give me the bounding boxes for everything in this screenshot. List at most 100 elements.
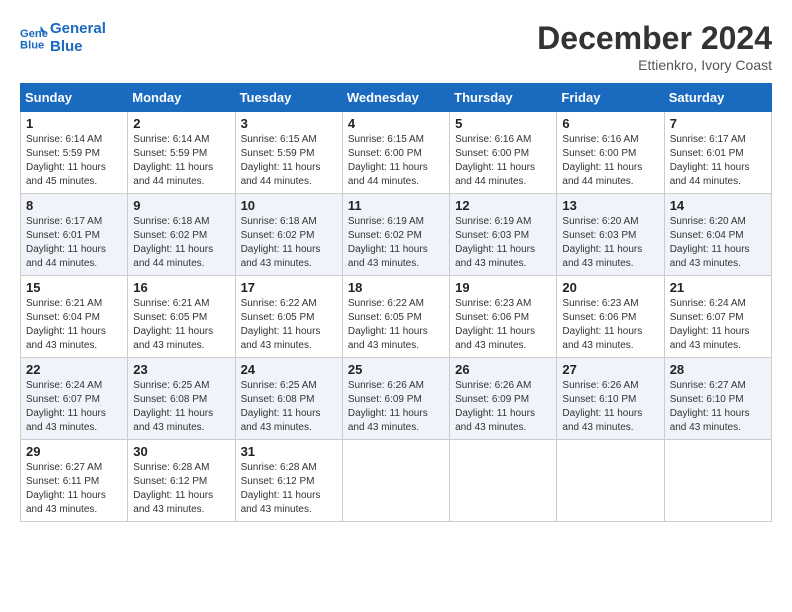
day-detail: Sunrise: 6:27 AMSunset: 6:11 PMDaylight:… [26,461,122,517]
day-detail: Sunrise: 6:20 AMSunset: 6:03 PMDaylight:… [562,215,658,271]
calendar-body: 1 Sunrise: 6:14 AMSunset: 5:59 PMDaylight… [21,112,772,522]
calendar-cell: 22Sunrise: 6:24 AMSunset: 6:07 PMDayligh… [21,358,128,440]
calendar-week-row: 29 Sunrise: 6:27 AMSunset: 6:11 PMDayligh… [21,440,772,522]
day-detail: Sunrise: 6:24 AMSunset: 6:07 PMDaylight:… [670,297,766,353]
day-number: 13 [562,198,658,213]
day-number: 21 [670,280,766,295]
day-number: 17 [241,280,337,295]
calendar-cell: 10Sunrise: 6:18 AMSunset: 6:02 PMDayligh… [235,194,342,276]
calendar-cell: 7 Sunrise: 6:17 AMSunset: 6:01 PMDaylight… [664,112,771,194]
weekday-header-thursday: Thursday [450,84,557,112]
day-detail: Sunrise: 6:19 AMSunset: 6:03 PMDaylight:… [455,215,551,271]
day-detail: Sunrise: 6:14 AMSunset: 5:59 PMDaylight:… [26,133,122,189]
calendar-week-row: 1 Sunrise: 6:14 AMSunset: 5:59 PMDaylight… [21,112,772,194]
day-detail: Sunrise: 6:22 AMSunset: 6:05 PMDaylight:… [348,297,444,353]
calendar-week-row: 15 Sunrise: 6:21 AMSunset: 6:04 PMDayligh… [21,276,772,358]
day-number: 24 [241,362,337,377]
day-number: 15 [26,280,122,295]
calendar-cell: 24Sunrise: 6:25 AMSunset: 6:08 PMDayligh… [235,358,342,440]
svg-text:General: General [20,28,48,40]
day-detail: Sunrise: 6:16 AMSunset: 6:00 PMDaylight:… [455,133,551,189]
calendar-cell: 16Sunrise: 6:21 AMSunset: 6:05 PMDayligh… [128,276,235,358]
weekday-header-wednesday: Wednesday [342,84,449,112]
calendar-cell: 1 Sunrise: 6:14 AMSunset: 5:59 PMDaylight… [21,112,128,194]
calendar-cell: 25 Sunrise: 6:26 AMSunset: 6:09 PMDayligh… [342,358,449,440]
day-number: 7 [670,116,766,131]
calendar-cell: 15 Sunrise: 6:21 AMSunset: 6:04 PMDayligh… [21,276,128,358]
day-number: 12 [455,198,551,213]
day-number: 20 [562,280,658,295]
day-detail: Sunrise: 6:26 AMSunset: 6:10 PMDaylight:… [562,379,658,435]
day-number: 23 [133,362,229,377]
calendar-week-row: 22Sunrise: 6:24 AMSunset: 6:07 PMDayligh… [21,358,772,440]
calendar-cell [664,440,771,522]
weekday-header-tuesday: Tuesday [235,84,342,112]
calendar-cell: 28 Sunrise: 6:27 AMSunset: 6:10 PMDayligh… [664,358,771,440]
calendar-cell: 21 Sunrise: 6:24 AMSunset: 6:07 PMDayligh… [664,276,771,358]
day-detail: Sunrise: 6:26 AMSunset: 6:09 PMDaylight:… [348,379,444,435]
day-number: 11 [348,198,444,213]
day-detail: Sunrise: 6:14 AMSunset: 5:59 PMDaylight:… [133,133,229,189]
weekday-header-monday: Monday [128,84,235,112]
day-detail: Sunrise: 6:15 AMSunset: 6:00 PMDaylight:… [348,133,444,189]
day-number: 30 [133,444,229,459]
calendar-cell: 29 Sunrise: 6:27 AMSunset: 6:11 PMDayligh… [21,440,128,522]
calendar-cell: 3 Sunrise: 6:15 AMSunset: 5:59 PMDaylight… [235,112,342,194]
day-detail: Sunrise: 6:24 AMSunset: 6:07 PMDaylight:… [26,379,122,435]
day-detail: Sunrise: 6:26 AMSunset: 6:09 PMDaylight:… [455,379,551,435]
day-number: 18 [348,280,444,295]
calendar-cell: 4Sunrise: 6:15 AMSunset: 6:00 PMDaylight… [342,112,449,194]
calendar-table: SundayMondayTuesdayWednesdayThursdayFrid… [20,83,772,522]
day-detail: Sunrise: 6:20 AMSunset: 6:04 PMDaylight:… [670,215,766,271]
calendar-cell: 17Sunrise: 6:22 AMSunset: 6:05 PMDayligh… [235,276,342,358]
day-number: 9 [133,198,229,213]
calendar-cell: 31Sunrise: 6:28 AMSunset: 6:12 PMDayligh… [235,440,342,522]
day-detail: Sunrise: 6:23 AMSunset: 6:06 PMDaylight:… [562,297,658,353]
day-number: 1 [26,116,122,131]
weekday-header-friday: Friday [557,84,664,112]
logo-line2: Blue [50,38,106,56]
day-number: 14 [670,198,766,213]
month-title: December 2024 [537,20,772,57]
day-number: 25 [348,362,444,377]
day-number: 26 [455,362,551,377]
day-detail: Sunrise: 6:15 AMSunset: 5:59 PMDaylight:… [241,133,337,189]
calendar-cell: 13 Sunrise: 6:20 AMSunset: 6:03 PMDayligh… [557,194,664,276]
calendar-cell: 27 Sunrise: 6:26 AMSunset: 6:10 PMDayligh… [557,358,664,440]
location-subtitle: Ettienkro, Ivory Coast [537,57,772,73]
weekday-header-saturday: Saturday [664,84,771,112]
calendar-cell: 2Sunrise: 6:14 AMSunset: 5:59 PMDaylight… [128,112,235,194]
calendar-cell: 23Sunrise: 6:25 AMSunset: 6:08 PMDayligh… [128,358,235,440]
calendar-cell: 18 Sunrise: 6:22 AMSunset: 6:05 PMDayligh… [342,276,449,358]
calendar-cell: 14 Sunrise: 6:20 AMSunset: 6:04 PMDayligh… [664,194,771,276]
calendar-cell [450,440,557,522]
day-detail: Sunrise: 6:19 AMSunset: 6:02 PMDaylight:… [348,215,444,271]
day-number: 27 [562,362,658,377]
calendar-week-row: 8Sunrise: 6:17 AMSunset: 6:01 PMDaylight… [21,194,772,276]
logo-icon: General Blue [20,24,48,52]
calendar-cell: 19 Sunrise: 6:23 AMSunset: 6:06 PMDayligh… [450,276,557,358]
day-detail: Sunrise: 6:27 AMSunset: 6:10 PMDaylight:… [670,379,766,435]
calendar-cell [557,440,664,522]
weekday-header-sunday: Sunday [21,84,128,112]
day-number: 5 [455,116,551,131]
calendar-cell: 9Sunrise: 6:18 AMSunset: 6:02 PMDaylight… [128,194,235,276]
calendar-cell: 6Sunrise: 6:16 AMSunset: 6:00 PMDaylight… [557,112,664,194]
day-number: 29 [26,444,122,459]
calendar-cell: 5 Sunrise: 6:16 AMSunset: 6:00 PMDaylight… [450,112,557,194]
day-detail: Sunrise: 6:23 AMSunset: 6:06 PMDaylight:… [455,297,551,353]
day-number: 3 [241,116,337,131]
day-number: 28 [670,362,766,377]
title-block: December 2024 Ettienkro, Ivory Coast [537,20,772,73]
day-number: 16 [133,280,229,295]
calendar-cell [342,440,449,522]
day-detail: Sunrise: 6:21 AMSunset: 6:04 PMDaylight:… [26,297,122,353]
calendar-cell: 20 Sunrise: 6:23 AMSunset: 6:06 PMDayligh… [557,276,664,358]
day-detail: Sunrise: 6:17 AMSunset: 6:01 PMDaylight:… [670,133,766,189]
calendar-cell: 12 Sunrise: 6:19 AMSunset: 6:03 PMDayligh… [450,194,557,276]
page-header: General Blue General Blue December 2024 … [20,20,772,73]
day-detail: Sunrise: 6:28 AMSunset: 6:12 PMDaylight:… [241,461,337,517]
day-number: 8 [26,198,122,213]
day-number: 19 [455,280,551,295]
logo-line1: General [50,20,106,38]
